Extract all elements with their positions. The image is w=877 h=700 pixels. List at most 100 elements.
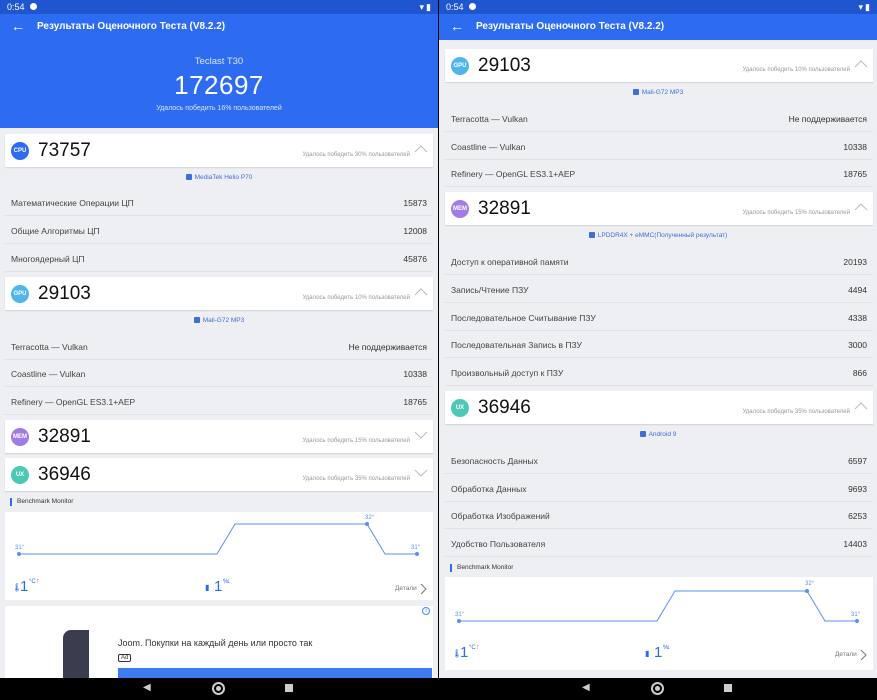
row-value: 10338 — [843, 142, 867, 152]
graph-label-peak: 32° — [365, 515, 375, 521]
chevron-right-icon[interactable] — [419, 583, 427, 595]
graph-label-start: 31° — [455, 612, 465, 618]
ux-score: 36946 — [478, 397, 531, 418]
device-name: Teclast T30 — [194, 56, 244, 67]
row-value: 10338 — [403, 369, 427, 379]
ad-tag: Ad — [118, 654, 132, 662]
mem-score: 32891 — [38, 426, 91, 447]
row-name: Coastline — Vulkan — [11, 369, 86, 379]
table-row: Обработка Данных 9693 — [445, 475, 873, 502]
arrow-left-icon[interactable]: ← — [450, 18, 464, 34]
gpu-beat-text: Удалось победить 10% пользователей — [742, 67, 850, 73]
row-value: 45876 — [403, 254, 427, 264]
row-name: Доступ к оперативной памяти — [451, 257, 569, 267]
chevron-up-icon[interactable] — [414, 143, 428, 155]
chevron-up-icon[interactable] — [854, 58, 868, 70]
mem-badge: MEM — [11, 428, 29, 446]
table-row: Доступ к оперативной памяти 20193 — [445, 248, 873, 275]
wifi-battery-icon: ▾▮ — [419, 2, 433, 12]
cpu-score: 73757 — [38, 140, 91, 161]
row-name: Произвольный доступ к ПЗУ — [451, 368, 564, 378]
chip-icon — [632, 89, 639, 95]
navigation-bar: ◀ — [439, 678, 877, 700]
table-row: Общие Алгоритмы ЦП 12008 — [5, 217, 433, 244]
gpu-card[interactable]: GPU 29103 Удалось победить 10% пользоват… — [445, 49, 873, 82]
row-name: Запись/Чтение ПЗУ — [451, 285, 529, 295]
chevron-down-icon[interactable] — [414, 429, 428, 441]
mem-score: 32891 — [478, 198, 531, 219]
chevron-down-icon[interactable] — [414, 467, 428, 479]
nav-home-icon[interactable] — [212, 682, 225, 695]
ad-button[interactable] — [118, 668, 432, 678]
chevron-up-icon[interactable] — [854, 201, 868, 213]
table-row: Последовательная Запись в ПЗУ 3000 — [445, 331, 873, 358]
row-value: 4494 — [848, 285, 867, 295]
mem-card[interactable]: MEM 32891 Удалось победить 15% пользоват… — [5, 420, 433, 453]
mem-card[interactable]: MEM 32891 Удалось победить 15% пользоват… — [445, 192, 873, 225]
cpu-card[interactable]: CPU 73757 Удалось победить 30% пользоват… — [5, 134, 433, 167]
total-score: 172697 — [174, 70, 264, 100]
gpu-score: 29103 — [478, 55, 531, 76]
right-screen: 0:54 ▾▮ ← Результаты Оценочного Теста (V… — [439, 0, 877, 700]
nav-back-icon[interactable]: ◀ — [582, 682, 590, 694]
mem-chip-label: LPDDR4X + eMMC(Полученный результат) — [439, 232, 877, 239]
ad-banner[interactable]: i Joom. Покупки на каждый день или прост… — [5, 606, 433, 678]
row-value: 4338 — [848, 313, 867, 323]
row-value: 12008 — [403, 226, 427, 236]
notification-icon — [30, 3, 37, 10]
benchmark-monitor-title: Benchmark Monitor — [10, 498, 73, 506]
row-name: Terracotta — Vulkan — [11, 342, 88, 352]
table-row: Refinery — OpenGL ES3.1+AEP 18765 — [5, 388, 433, 415]
nav-home-icon[interactable] — [651, 682, 664, 695]
row-value: 15873 — [403, 198, 427, 208]
table-row: Terracotta — Vulkan Не поддерживается — [445, 105, 873, 132]
ux-card[interactable]: UX 36946 Удалось победить 35% пользовате… — [445, 391, 873, 424]
row-name: Многоядерный ЦП — [11, 254, 85, 264]
row-value: 6253 — [848, 511, 867, 521]
nav-back-icon[interactable]: ◀ — [143, 682, 151, 694]
details-link[interactable]: Детали — [395, 585, 417, 592]
arrow-left-icon[interactable]: ← — [11, 18, 25, 34]
table-row: Обработка Изображений 6253 — [445, 502, 873, 529]
ux-beat-text: Удалось победить 35% пользователей — [302, 476, 410, 482]
page-title: Результаты Оценочного Теста (V8.2.2) — [37, 21, 226, 32]
graph-label-end: 31° — [851, 612, 861, 618]
left-screen: 0:54 ▾▮ ← Результаты Оценочного Теста (V… — [0, 0, 438, 700]
total-beat-text: Удалось победить 16% пользователей — [156, 105, 282, 112]
chip-icon — [185, 174, 192, 180]
table-row: Многоядерный ЦП 45876 — [5, 245, 433, 272]
table-row: Coastline — Vulkan 10338 — [5, 360, 433, 387]
details-link[interactable]: Детали — [835, 651, 857, 658]
ux-beat-text: Удалось победить 35% пользователей — [742, 409, 850, 415]
gpu-card[interactable]: GPU 29103 Удалось победить 10% пользоват… — [5, 277, 433, 310]
arrow-down-icon: ↓ — [667, 644, 671, 651]
gpu-chip-label: Mali-G72 MP3 — [0, 317, 438, 324]
table-row: Безопасность Данных 6597 — [445, 447, 873, 474]
row-value: Не поддерживается — [348, 342, 427, 352]
ux-card[interactable]: UX 36946 Удалось победить 35% пользовате… — [5, 458, 433, 491]
row-name: Обработка Данных — [451, 484, 527, 494]
row-value: 20193 — [843, 257, 867, 267]
ux-os-label: Android 9 — [439, 431, 877, 438]
table-row: Refinery — OpenGL ES3.1+AEP 18765 — [445, 160, 873, 187]
temp-unit: °C — [29, 579, 36, 585]
mem-chip-name: LPDDR4X + eMMC(Полученный результат) — [597, 232, 728, 239]
gpu-chip-name: Mali-G72 MP3 — [641, 89, 684, 96]
ad-info-icon[interactable]: i — [422, 607, 430, 615]
row-value: 3000 — [848, 340, 867, 350]
mem-beat-text: Удалось победить 15% пользователей — [302, 438, 410, 444]
nav-recents-icon[interactable] — [724, 684, 732, 692]
arrow-down-icon: ↓ — [227, 578, 231, 585]
temp-unit: °C — [469, 645, 476, 651]
gpu-beat-text: Удалось победить 10% пользователей — [302, 295, 410, 301]
row-value: 866 — [852, 368, 867, 378]
battery-change: 1 — [214, 578, 223, 595]
page-title: Результаты Оценочного Теста (V8.2.2) — [476, 21, 665, 32]
chevron-right-icon[interactable] — [859, 649, 867, 661]
nav-recents-icon[interactable] — [285, 684, 293, 692]
table-row: Произвольный доступ к ПЗУ 866 — [445, 359, 873, 386]
chevron-up-icon[interactable] — [414, 286, 428, 298]
status-bar: 0:54 ▾▮ — [439, 0, 877, 14]
chevron-up-icon[interactable] — [854, 400, 868, 412]
row-name: Математические Операции ЦП — [11, 198, 134, 208]
